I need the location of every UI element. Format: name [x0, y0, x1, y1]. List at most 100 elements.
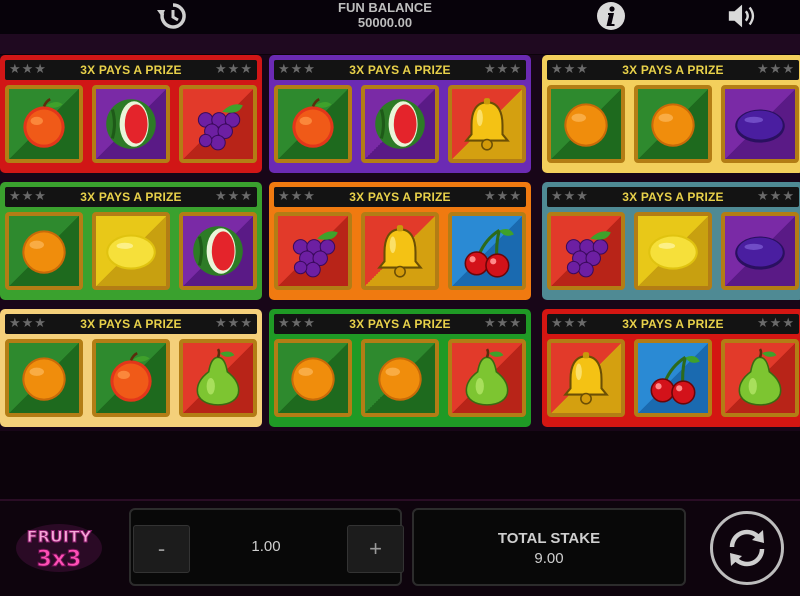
star-icons: ★★★: [215, 188, 253, 203]
game-logo: FRUITY 3x3: [14, 522, 104, 574]
symbol-tile-lemon: [634, 212, 712, 290]
star-icons: ★★★: [278, 188, 316, 203]
symbol-tile-plum: [721, 85, 799, 163]
orange-icon: [291, 357, 335, 401]
star-icons: ★★★: [278, 315, 316, 330]
symbol-tile-orange: [5, 339, 83, 417]
card-banner: ★★★ 3X PAYS A PRIZE ★★★: [547, 187, 799, 207]
scratch-card-5[interactable]: ★★★ 3X PAYS A PRIZE ★★★: [269, 182, 531, 300]
star-icons: ★★★: [9, 188, 47, 203]
star-icons: ★★★: [278, 61, 316, 76]
logo-bottom-text: 3x3: [37, 547, 82, 572]
balance-display: FUN BALANCE 50000.00: [300, 0, 470, 30]
symbol-tile-cherries: [634, 339, 712, 417]
cherries-icon: [464, 228, 514, 278]
card-banner-text: 3X PAYS A PRIZE: [622, 317, 724, 331]
grapes-icon: [292, 231, 338, 278]
bell-icon: [464, 98, 510, 151]
symbol-tile-orange-apple: [5, 85, 83, 163]
card-banner: ★★★ 3X PAYS A PRIZE ★★★: [5, 187, 257, 207]
card-banner: ★★★ 3X PAYS A PRIZE ★★★: [274, 314, 526, 334]
scratch-card-1[interactable]: ★★★ 3X PAYS A PRIZE ★★★: [0, 55, 262, 173]
star-icons: ★★★: [215, 61, 253, 76]
symbol-tile-grapes: [274, 212, 352, 290]
pear-icon: [196, 348, 240, 406]
scratch-card-9[interactable]: ★★★ 3X PAYS A PRIZE ★★★: [542, 309, 800, 427]
symbol-tile-orange: [274, 339, 352, 417]
watermelon-icon: [106, 99, 156, 149]
symbol-row: [274, 85, 526, 163]
increase-bet-button[interactable]: +: [347, 525, 404, 573]
total-stake-label: TOTAL STAKE: [497, 530, 601, 547]
star-icons: ★★★: [484, 61, 522, 76]
symbol-tile-orange-apple: [274, 85, 352, 163]
pear-icon: [738, 348, 782, 406]
total-stake-display: TOTAL STAKE 9.00: [412, 508, 686, 586]
balance-label: FUN BALANCE: [338, 0, 432, 15]
top-bar: FUN BALANCE 50000.00: [0, 0, 800, 34]
scratch-card-3[interactable]: ★★★ 3X PAYS A PRIZE ★★★: [542, 55, 800, 173]
symbol-row: [5, 85, 257, 163]
star-icons: ★★★: [757, 315, 795, 330]
card-banner-text: 3X PAYS A PRIZE: [80, 63, 182, 77]
star-icons: ★★★: [9, 61, 47, 76]
star-icons: ★★★: [757, 61, 795, 76]
sound-icon[interactable]: [726, 1, 760, 31]
symbol-row: [5, 339, 257, 417]
watermelon-icon: [193, 226, 243, 276]
orange-icon: [22, 230, 66, 274]
card-banner: ★★★ 3X PAYS A PRIZE ★★★: [274, 187, 526, 207]
symbol-tile-pear: [721, 339, 799, 417]
lemon-icon: [106, 234, 156, 270]
symbol-row: [547, 339, 799, 417]
orange-apple-icon: [23, 98, 65, 148]
star-icons: ★★★: [551, 188, 589, 203]
grapes-icon: [565, 231, 611, 278]
star-icons: ★★★: [9, 315, 47, 330]
play-button[interactable]: [710, 511, 784, 585]
symbol-tile-lemon: [92, 212, 170, 290]
symbol-tile-orange-apple: [92, 339, 170, 417]
symbol-tile-orange: [361, 339, 439, 417]
orange-apple-icon: [292, 98, 334, 148]
star-icons: ★★★: [551, 61, 589, 76]
symbol-tile-pear: [448, 339, 526, 417]
header-strip: [0, 34, 800, 54]
orange-icon: [651, 103, 695, 147]
bell-icon: [377, 225, 423, 278]
card-banner: ★★★ 3X PAYS A PRIZE ★★★: [547, 314, 799, 334]
scratch-card-8[interactable]: ★★★ 3X PAYS A PRIZE ★★★: [269, 309, 531, 427]
scratch-card-2[interactable]: ★★★ 3X PAYS A PRIZE ★★★: [269, 55, 531, 173]
info-icon[interactable]: [594, 1, 628, 31]
pear-icon: [465, 348, 509, 406]
symbol-tile-plum: [721, 212, 799, 290]
card-banner-text: 3X PAYS A PRIZE: [349, 63, 451, 77]
symbol-tile-bell: [361, 212, 439, 290]
orange-icon: [564, 103, 608, 147]
game-grid: ★★★ 3X PAYS A PRIZE ★★★ ★★★ 3X PAYS A PRIZE…: [0, 55, 800, 431]
bell-icon: [563, 352, 609, 405]
card-banner-text: 3X PAYS A PRIZE: [622, 63, 724, 77]
star-icons: ★★★: [551, 315, 589, 330]
symbol-tile-orange: [5, 212, 83, 290]
decrease-bet-button[interactable]: -: [133, 525, 190, 573]
history-icon[interactable]: [156, 1, 190, 31]
refresh-icon: [729, 529, 765, 567]
symbol-tile-orange: [634, 85, 712, 163]
card-banner-text: 3X PAYS A PRIZE: [349, 317, 451, 331]
scratch-card-6[interactable]: ★★★ 3X PAYS A PRIZE ★★★: [542, 182, 800, 300]
card-banner: ★★★ 3X PAYS A PRIZE ★★★: [5, 60, 257, 80]
scratch-card-4[interactable]: ★★★ 3X PAYS A PRIZE ★★★: [0, 182, 262, 300]
orange-apple-icon: [110, 352, 152, 402]
symbol-row: [547, 212, 799, 290]
symbol-tile-grapes: [179, 85, 257, 163]
star-icons: ★★★: [484, 188, 522, 203]
symbol-tile-orange: [547, 85, 625, 163]
card-banner-text: 3X PAYS A PRIZE: [622, 190, 724, 204]
symbol-tile-watermelon: [92, 85, 170, 163]
symbol-row: [274, 212, 526, 290]
card-banner: ★★★ 3X PAYS A PRIZE ★★★: [274, 60, 526, 80]
scratch-card-7[interactable]: ★★★ 3X PAYS A PRIZE ★★★: [0, 309, 262, 427]
symbol-tile-watermelon: [361, 85, 439, 163]
symbol-tile-cherries: [448, 212, 526, 290]
